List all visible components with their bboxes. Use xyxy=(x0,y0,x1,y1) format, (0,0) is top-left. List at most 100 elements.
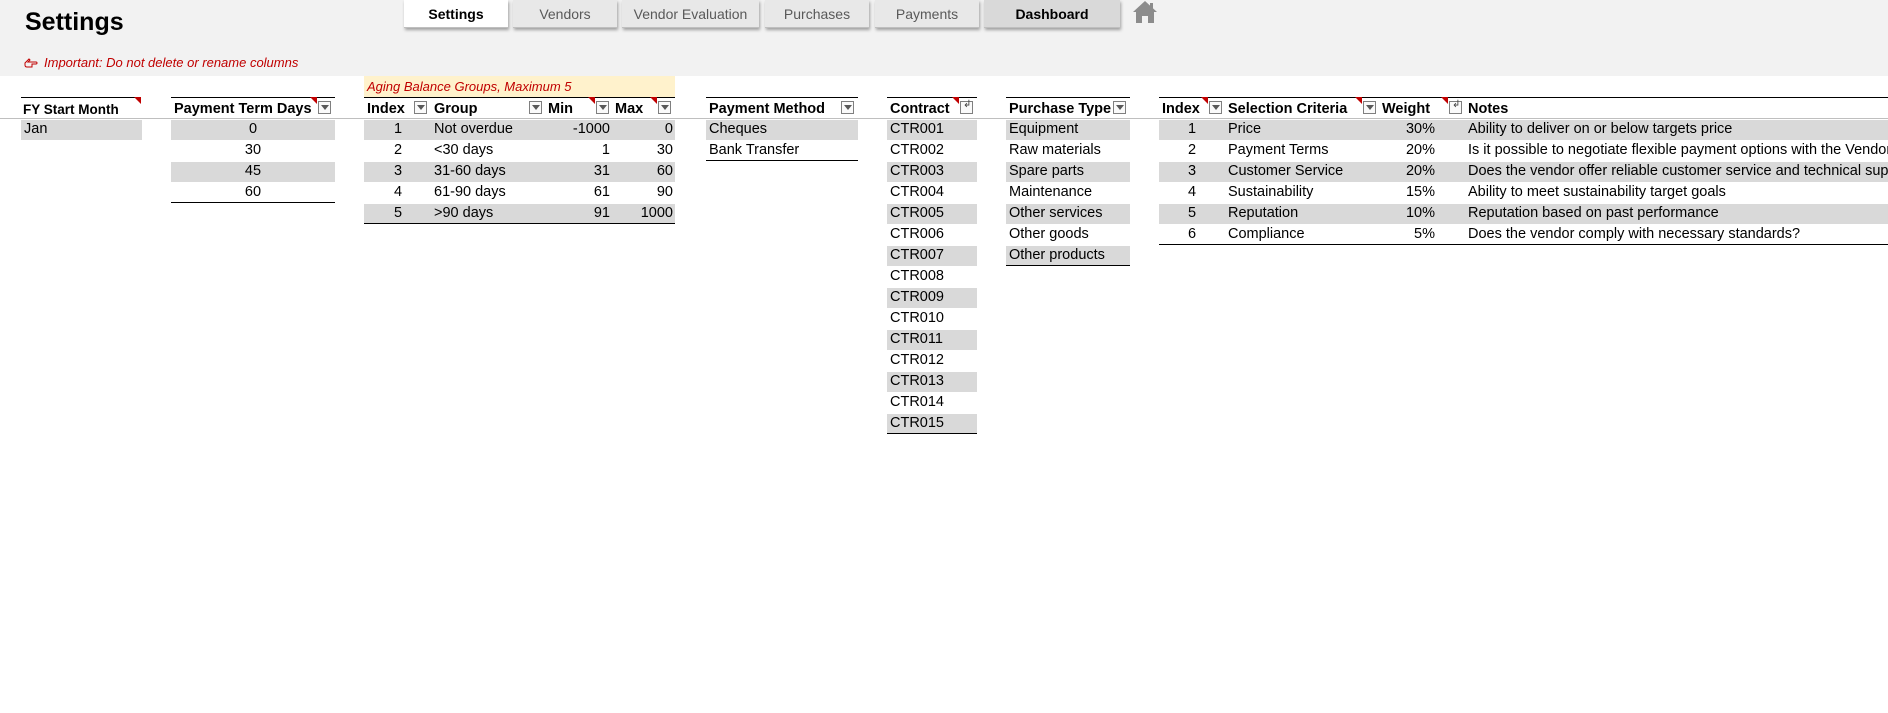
tab-vendors[interactable]: Vendors xyxy=(513,0,617,28)
contract-cell[interactable]: CTR008 xyxy=(890,266,944,287)
aging-index-cell[interactable]: 1 xyxy=(364,119,432,140)
aging-max-filter-button[interactable] xyxy=(658,101,671,114)
warning-note: Important: Do not delete or rename colum… xyxy=(24,55,298,70)
payment-term-cell[interactable]: 0 xyxy=(171,119,335,140)
criteria-index-cell[interactable]: 4 xyxy=(1159,182,1225,203)
criteria-notes-cell[interactable]: Ability to meet sustainability target go… xyxy=(1468,182,1888,203)
purchase-type-cell[interactable]: Other goods xyxy=(1009,224,1089,245)
aging-max-cell[interactable]: 90 xyxy=(615,182,673,203)
contract-cell[interactable]: CTR001 xyxy=(890,119,944,140)
contract-cell[interactable]: CTR005 xyxy=(890,203,944,224)
payment-term-cell[interactable]: 30 xyxy=(171,140,335,161)
criteria-index-filter-button[interactable] xyxy=(1209,101,1222,114)
contract-cell[interactable]: CTR012 xyxy=(890,350,944,371)
aging-min-cell[interactable]: -1000 xyxy=(548,119,610,140)
aging-index-cell[interactable]: 4 xyxy=(364,182,432,203)
aging-min-cell[interactable]: 1 xyxy=(548,140,610,161)
comment-flag-icon xyxy=(1441,97,1448,104)
contract-cell[interactable]: CTR011 xyxy=(890,329,943,350)
aging-index-filter-button[interactable] xyxy=(414,101,427,114)
criteria-index-cell[interactable]: 3 xyxy=(1159,161,1225,182)
contract-cell[interactable]: CTR009 xyxy=(890,287,944,308)
aging-min-cell[interactable]: 91 xyxy=(548,203,610,224)
tab-payments[interactable]: Payments xyxy=(875,0,979,28)
criteria-weight-cell[interactable]: 20% xyxy=(1382,140,1435,161)
criteria-index-cell[interactable]: 5 xyxy=(1159,203,1225,224)
criteria-index-cell[interactable]: 2 xyxy=(1159,140,1225,161)
criteria-name-cell[interactable]: Sustainability xyxy=(1228,182,1313,203)
fy-start-month-value[interactable]: Jan xyxy=(24,119,47,140)
criteria-notes-cell[interactable]: Reputation based on past performance xyxy=(1468,203,1888,224)
contract-cell[interactable]: CTR002 xyxy=(890,140,944,161)
selection-criteria-filter-button[interactable] xyxy=(1363,101,1376,114)
contract-cell[interactable]: CTR010 xyxy=(890,308,944,329)
aging-min-cell[interactable]: 31 xyxy=(548,161,610,182)
criteria-bottom-border xyxy=(1159,244,1888,245)
tab-settings[interactable]: Settings xyxy=(404,0,508,28)
contract-cell[interactable]: CTR003 xyxy=(890,161,944,182)
contract-cell[interactable]: CTR014 xyxy=(890,392,944,413)
contract-top-border xyxy=(887,97,977,98)
aging-max-cell[interactable]: 30 xyxy=(615,140,673,161)
payment-method-filter-button[interactable] xyxy=(841,101,854,114)
purchase-type-cell[interactable]: Other services xyxy=(1009,203,1102,224)
contract-cell[interactable]: CTR013 xyxy=(890,371,944,392)
tab-vendor-evaluation[interactable]: Vendor Evaluation xyxy=(622,0,759,28)
payment-method-cell[interactable]: Bank Transfer xyxy=(709,140,799,161)
tab-purchases[interactable]: Purchases xyxy=(765,0,869,28)
purchase-type-cell[interactable]: Spare parts xyxy=(1009,161,1084,182)
criteria-weight-cell[interactable]: 30% xyxy=(1382,119,1435,140)
criteria-name-cell[interactable]: Compliance xyxy=(1228,224,1305,245)
criteria-name-cell[interactable]: Reputation xyxy=(1228,203,1298,224)
purchase-type-cell[interactable]: Other products xyxy=(1009,245,1105,266)
aging-group-cell[interactable]: 31-60 days xyxy=(434,161,506,182)
purchase-type-cell[interactable]: Equipment xyxy=(1009,119,1078,140)
weight-sort-button[interactable] xyxy=(1449,99,1462,114)
criteria-weight-cell[interactable]: 15% xyxy=(1382,182,1435,203)
contract-cell[interactable]: CTR007 xyxy=(890,245,944,266)
criteria-name-cell[interactable]: Customer Service xyxy=(1228,161,1343,182)
purchase-type-filter-button[interactable] xyxy=(1113,101,1126,114)
selection-criteria-header: Selection Criteria xyxy=(1228,101,1348,117)
payment-term-cell[interactable]: 60 xyxy=(171,182,335,203)
contract-cell[interactable]: CTR015 xyxy=(890,413,944,434)
payment-terms-filter-button[interactable] xyxy=(318,101,331,114)
aging-group-cell[interactable]: Not overdue xyxy=(434,119,513,140)
criteria-weight-cell[interactable]: 5% xyxy=(1382,224,1435,245)
criteria-name-cell[interactable]: Price xyxy=(1228,119,1261,140)
aging-min-cell[interactable]: 61 xyxy=(548,182,610,203)
aging-index-cell[interactable]: 5 xyxy=(364,203,432,224)
aging-max-cell[interactable]: 60 xyxy=(615,161,673,182)
aging-max-cell[interactable]: 1000 xyxy=(615,203,673,224)
purchase-type-cell[interactable]: Raw materials xyxy=(1009,140,1101,161)
weight-header: Weight xyxy=(1382,101,1431,117)
aging-min-filter-button[interactable] xyxy=(596,101,609,114)
tab-dashboard[interactable]: Dashboard xyxy=(984,0,1120,28)
aging-group-cell[interactable]: 61-90 days xyxy=(434,182,506,203)
pointing-hand-icon xyxy=(24,57,38,67)
comment-flag-icon xyxy=(1355,97,1362,104)
aging-group-filter-button[interactable] xyxy=(529,101,542,114)
aging-index-header: Index xyxy=(367,101,405,117)
aging-group-cell[interactable]: >90 days xyxy=(434,203,493,224)
contract-sort-button[interactable] xyxy=(960,99,973,114)
home-icon[interactable] xyxy=(1132,0,1158,24)
criteria-notes-cell[interactable]: Does the vendor comply with necessary st… xyxy=(1468,224,1888,245)
aging-index-cell[interactable]: 2 xyxy=(364,140,432,161)
purchase-type-cell[interactable]: Maintenance xyxy=(1009,182,1092,203)
contract-cell[interactable]: CTR006 xyxy=(890,224,944,245)
aging-max-cell[interactable]: 0 xyxy=(615,119,673,140)
criteria-notes-cell[interactable]: Does the vendor offer reliable customer … xyxy=(1468,161,1888,182)
criteria-name-cell[interactable]: Payment Terms xyxy=(1228,140,1328,161)
criteria-weight-cell[interactable]: 10% xyxy=(1382,203,1435,224)
criteria-notes-cell[interactable]: Ability to deliver on or below targets p… xyxy=(1468,119,1888,140)
payment-method-cell[interactable]: Cheques xyxy=(709,119,767,140)
aging-index-cell[interactable]: 3 xyxy=(364,161,432,182)
criteria-notes-cell[interactable]: Is it possible to negotiate flexible pay… xyxy=(1468,140,1888,161)
contract-cell[interactable]: CTR004 xyxy=(890,182,944,203)
criteria-index-cell[interactable]: 6 xyxy=(1159,224,1225,245)
criteria-weight-cell[interactable]: 20% xyxy=(1382,161,1435,182)
criteria-index-cell[interactable]: 1 xyxy=(1159,119,1225,140)
payment-term-cell[interactable]: 45 xyxy=(171,161,335,182)
aging-group-cell[interactable]: <30 days xyxy=(434,140,493,161)
